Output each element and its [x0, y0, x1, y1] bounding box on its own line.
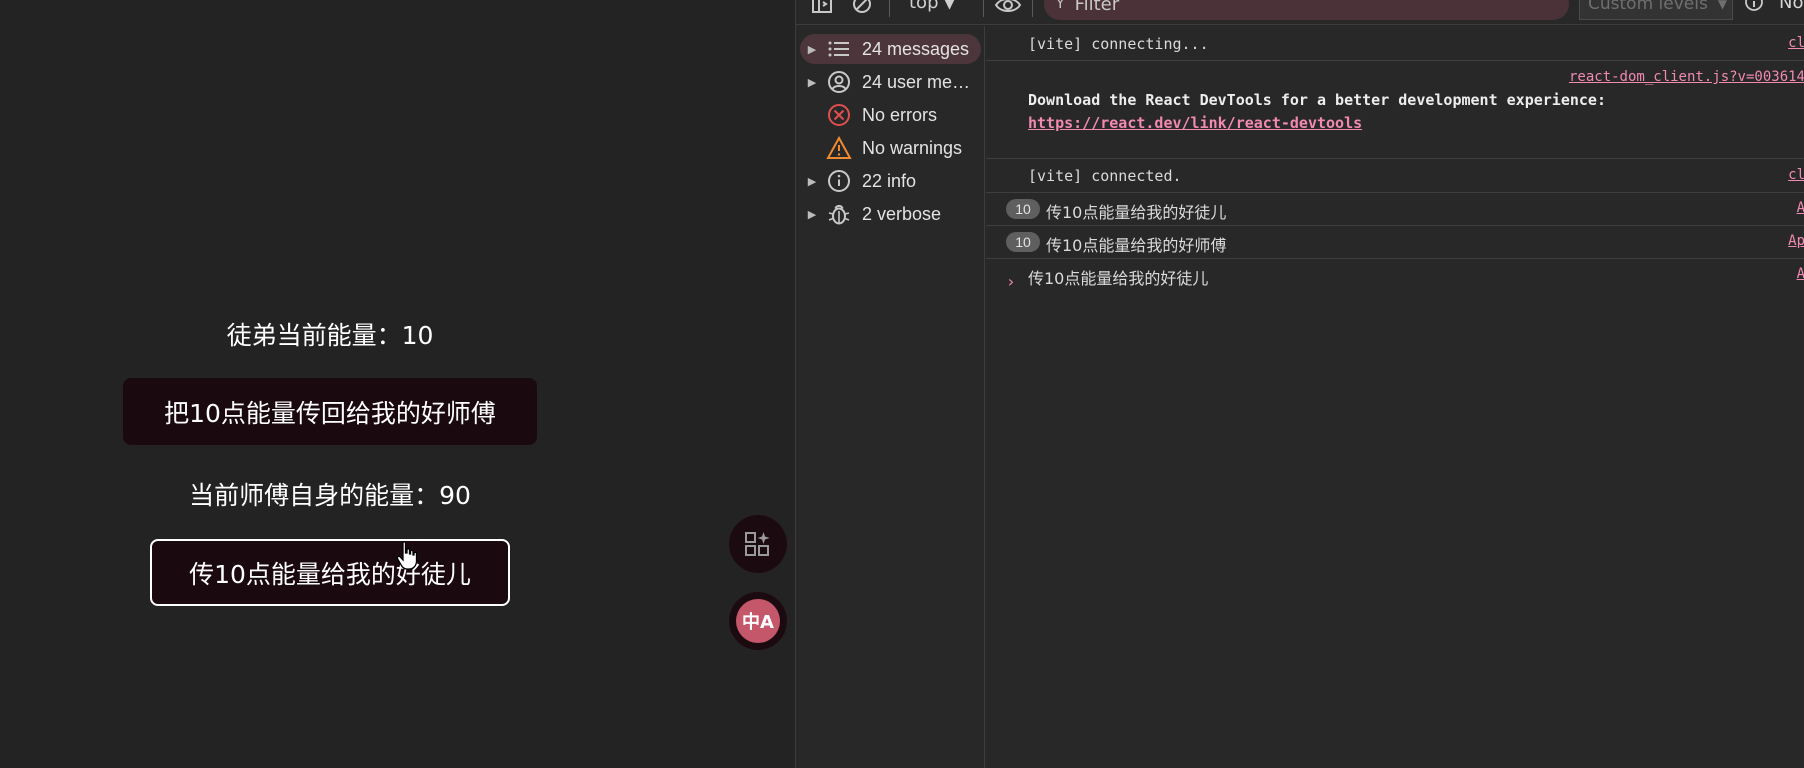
log-levels-dropdown[interactable]: Custom levels ▼ [1579, 0, 1733, 20]
message-source-link[interactable]: Ap [1788, 233, 1804, 249]
error-icon [824, 103, 854, 127]
info-icon [824, 169, 854, 193]
message-source-link[interactable]: cl [1788, 167, 1804, 183]
issues-counter[interactable]: No [1779, 0, 1803, 13]
console-message: 传10点能量给我的好徒儿 A [986, 259, 1804, 292]
console-message: [vite] connected. cl [986, 159, 1804, 193]
sidebar-item-label: No warnings [862, 137, 963, 158]
message-text: 传10点能量给我的好徒儿 [1046, 203, 1227, 222]
sidebar-item-label: 22 info [862, 170, 917, 191]
devtools-link[interactable]: https://react.dev/link/react-devtools [1028, 114, 1362, 132]
filter-icon: Y [1056, 0, 1065, 12]
message-text: [vite] connecting... [1028, 35, 1209, 53]
console-message: 10 传10点能量给我的好徒儿 A [986, 193, 1804, 226]
sidebar-toggle-icon[interactable] [811, 0, 833, 16]
list-icon [824, 37, 854, 61]
chevron-down-icon: ▼ [944, 0, 955, 12]
master-energy-label: 当前师傅自身的能量：90 [189, 481, 471, 510]
console-toolbar: top ▼ Y Filter Custom levels ▼ No [796, 0, 1804, 25]
sidebar-item-info[interactable]: ▶ 22 info [800, 166, 981, 196]
message-text: 传10点能量给我的好徒儿 [1028, 269, 1209, 288]
context-selector[interactable]: top ▼ [909, 0, 955, 13]
message-source-link[interactable]: react-dom_client.js?v=003614 [1569, 69, 1804, 85]
info-icon[interactable] [1744, 0, 1764, 12]
message-source-link[interactable]: cl [1788, 35, 1804, 51]
sidebar-item-label: No errors [862, 104, 938, 125]
repeat-count-badge: 10 [1006, 199, 1040, 219]
console-message: [vite] connecting... cl [986, 26, 1804, 61]
sidebar-item-verbose[interactable]: ▶ 2 verbose [800, 199, 981, 229]
message-text: [vite] connected. [1028, 167, 1182, 185]
translate-button[interactable]: 中A [729, 592, 787, 650]
console-message: react-dom_client.js?v=003614 Download th… [986, 61, 1804, 159]
log-levels-label: Custom levels [1588, 0, 1708, 14]
user-icon [824, 70, 854, 94]
bug-icon [824, 202, 854, 226]
apprentice-energy-label: 徒弟当前能量：10 [226, 321, 434, 350]
expand-arrow-icon[interactable]: ▶ [800, 43, 824, 56]
devtools-panel: top ▼ Y Filter Custom levels ▼ No ▶ 24 mes… [795, 0, 1804, 768]
message-source-link[interactable]: A [1797, 266, 1804, 282]
console-message: 10 传10点能量给我的好师傅 Ap [986, 226, 1804, 259]
repeat-count-badge: 10 [1006, 232, 1040, 252]
filter-placeholder: Filter [1074, 0, 1120, 15]
warning-icon [824, 136, 854, 160]
apps-sparkle-button[interactable] [729, 515, 787, 573]
sidebar-item-user-messages[interactable]: ▶ 24 user messages [800, 67, 981, 97]
sidebar-item-errors[interactable]: No errors [800, 100, 981, 130]
send-energy-button[interactable]: 传10点能量给我的好徒儿 [150, 539, 510, 606]
sidebar-item-messages[interactable]: ▶ 24 messages [800, 34, 981, 64]
console-messages: [vite] connecting... cl react-dom_client… [986, 26, 1804, 768]
message-text: Download the React DevTools for a better… [1028, 91, 1606, 109]
context-label: top [909, 0, 939, 13]
eye-icon[interactable] [994, 0, 1022, 14]
clear-console-icon[interactable] [851, 0, 873, 16]
toolbar-divider [889, 0, 890, 17]
return-energy-button[interactable]: 把10点能量传回给我的好师傅 [123, 378, 537, 445]
apps-sparkle-icon [745, 532, 770, 556]
app-viewport: 徒弟当前能量：10 把10点能量传回给我的好师傅 当前师傅自身的能量：90 传1… [0, 0, 795, 768]
toolbar-divider [1032, 0, 1033, 17]
translate-icon: 中A [736, 599, 780, 643]
sidebar-item-label: 24 messages [862, 38, 970, 59]
sidebar-item-warnings[interactable]: No warnings [800, 133, 981, 163]
expand-arrow-icon[interactable]: ▶ [800, 175, 824, 188]
sidebar-item-label: 2 verbose [862, 203, 942, 224]
console-prompt-icon[interactable]: › [1006, 272, 1016, 291]
expand-arrow-icon[interactable]: ▶ [800, 208, 824, 221]
filter-input[interactable]: Y Filter [1044, 0, 1569, 20]
message-text: 传10点能量给我的好师傅 [1046, 236, 1227, 255]
console-sidebar: ▶ 24 messages ▶ 24 user messages No erro… [796, 26, 985, 768]
chevron-down-icon: ▼ [1717, 0, 1728, 11]
message-source-link[interactable]: A [1797, 200, 1804, 216]
toolbar-divider [983, 0, 984, 17]
expand-arrow-icon[interactable]: ▶ [800, 76, 824, 89]
sidebar-item-label: 24 user messages [862, 71, 974, 92]
hand-cursor-icon [396, 541, 418, 570]
